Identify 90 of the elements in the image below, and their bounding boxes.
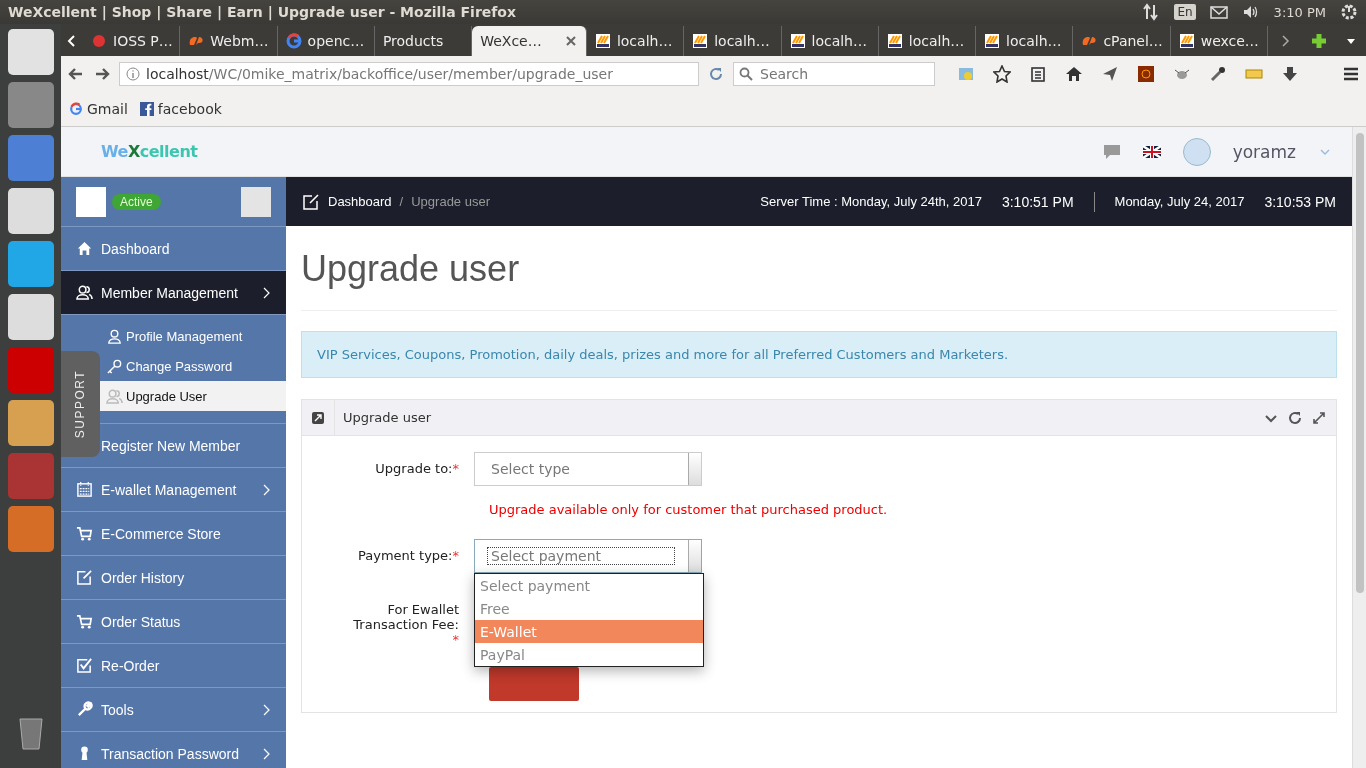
tab-favicon-icon xyxy=(789,33,806,49)
extension-icon[interactable] xyxy=(1137,65,1155,83)
menu-icon[interactable] xyxy=(1342,65,1360,83)
tab-favicon-icon xyxy=(692,33,709,49)
support-flyout-menu[interactable]: SUPPORT xyxy=(61,351,100,457)
bookmark-link[interactable]: facebook xyxy=(139,101,222,117)
window-title: WeXcellent | Shop | Share | Earn | Upgrade user - Mozilla Firefox xyxy=(8,4,518,20)
scrollbar-thumb[interactable] xyxy=(1355,133,1364,593)
tab-favicon-icon xyxy=(984,33,1001,49)
eyedropper-icon[interactable] xyxy=(1209,65,1227,83)
f-square-icon xyxy=(139,102,154,116)
sidebar-item[interactable]: Order Status xyxy=(61,600,286,644)
sidebar-item[interactable]: Order History xyxy=(61,556,286,600)
username[interactable]: yoramz xyxy=(1232,141,1296,162)
tab-favicon-icon xyxy=(1178,33,1195,49)
tab-favicon-icon xyxy=(285,33,302,49)
upgrade-type-select[interactable]: Select type xyxy=(474,452,702,486)
sidebar-item[interactable]: E-Commerce Store xyxy=(61,512,286,556)
address-bar[interactable]: localhost/WC/0mike_matrix/backoffice/user/member/upgrade_user xyxy=(119,62,699,86)
launcher-app-icon[interactable] xyxy=(7,29,54,75)
launcher-app-icon[interactable] xyxy=(7,188,54,234)
network-arrows-icon[interactable] xyxy=(1142,3,1161,21)
fullscreen-icon[interactable] xyxy=(1312,410,1326,425)
bookmark-link[interactable]: Gmail xyxy=(69,101,128,117)
panel-title: Upgrade user xyxy=(343,410,433,425)
sidebar-item[interactable]: E-wallet Management xyxy=(61,468,286,512)
status-badge: Active xyxy=(112,193,161,210)
flag-icon[interactable] xyxy=(1142,142,1161,161)
sidebar-item[interactable]: Transaction Password xyxy=(61,732,286,768)
refresh-icon[interactable] xyxy=(1288,410,1302,425)
users-icon xyxy=(76,284,93,301)
tab-favicon-icon xyxy=(594,33,611,49)
cart-icon xyxy=(76,613,93,630)
clock[interactable]: 3:10 PM xyxy=(1273,4,1326,20)
google-g-icon xyxy=(69,102,83,116)
local-date: Monday, July 24, 2017 xyxy=(1114,194,1245,209)
submenu-item[interactable]: Profile Management xyxy=(61,321,286,351)
info-alert: VIP Services, Coupons, Promotion, daily deals, prizes and more for all Preferred Customers and Marketers. xyxy=(301,331,1337,378)
home-icon[interactable] xyxy=(1065,65,1083,83)
sidebar-item[interactable]: Member Management xyxy=(61,271,286,315)
launcher-app-icon[interactable] xyxy=(7,241,54,287)
edit-icon xyxy=(76,569,93,586)
search-icon xyxy=(739,67,753,81)
chat-bubble-icon[interactable] xyxy=(1102,142,1121,161)
search-field[interactable]: Search xyxy=(733,62,935,86)
keyboard-language-indicator[interactable]: En xyxy=(1174,4,1196,20)
local-time: 3:10:53 PM xyxy=(1264,193,1336,210)
launcher-app-icon[interactable] xyxy=(7,294,54,340)
field-label: For Ewallet Transaction Fee: * xyxy=(352,601,460,647)
profile-picture xyxy=(76,186,106,217)
browser-tab[interactable]: WeXce… xyxy=(472,26,587,56)
field-label: Payment type:* xyxy=(357,547,460,563)
dropdown-option[interactable]: Free xyxy=(475,597,703,620)
cart-icon xyxy=(76,525,93,542)
sidebar-toggle[interactable] xyxy=(241,186,271,217)
reading-list-icon[interactable] xyxy=(1029,65,1047,83)
key-icon xyxy=(106,357,123,375)
tab-favicon-icon xyxy=(886,33,903,49)
sidebar-item[interactable]: Tools xyxy=(61,688,286,732)
breadcrumb-current: Upgrade user xyxy=(411,194,490,209)
tab-favicon-icon xyxy=(91,33,107,49)
info-icon[interactable] xyxy=(126,67,140,81)
error-message: Upgrade available only for customer that purchased product. xyxy=(489,502,889,517)
breadcrumb-separator: / xyxy=(399,194,404,209)
dropdown-option[interactable]: Select payment xyxy=(475,574,703,597)
mail-icon[interactable] xyxy=(1209,3,1228,21)
check-icon xyxy=(76,657,93,674)
download-icon[interactable] xyxy=(1281,65,1299,83)
page-title: Upgrade user xyxy=(301,248,1337,311)
home-icon xyxy=(76,240,93,257)
reload-icon[interactable] xyxy=(707,65,725,83)
breadcrumb-link[interactable]: Dashboard xyxy=(328,194,392,209)
server-time-label: Server Time : Monday, July 24th, 2017 xyxy=(760,194,982,209)
expand-arrow-icon xyxy=(311,410,325,425)
close-icon[interactable] xyxy=(563,34,578,48)
send-icon[interactable] xyxy=(1101,65,1119,83)
users-icon xyxy=(106,387,123,405)
user-icon xyxy=(106,327,123,345)
power-gear-icon[interactable] xyxy=(1340,3,1358,21)
wrench-icon xyxy=(76,701,93,718)
launcher-app-icon[interactable] xyxy=(7,400,54,446)
dropdown-option[interactable]: PayPal xyxy=(475,643,703,666)
site-logo[interactable]: WeXcellent xyxy=(101,142,1103,161)
field-label: Upgrade to:* xyxy=(374,460,460,476)
sidebar-item[interactable]: Re-Order xyxy=(61,644,286,688)
calendar-icon xyxy=(76,481,93,498)
server-time: 3:10:51 PM xyxy=(1001,193,1074,210)
bookmark-star-icon[interactable] xyxy=(993,65,1011,83)
new-tab-plus-icon[interactable] xyxy=(1310,32,1328,50)
edit-icon xyxy=(302,192,320,211)
